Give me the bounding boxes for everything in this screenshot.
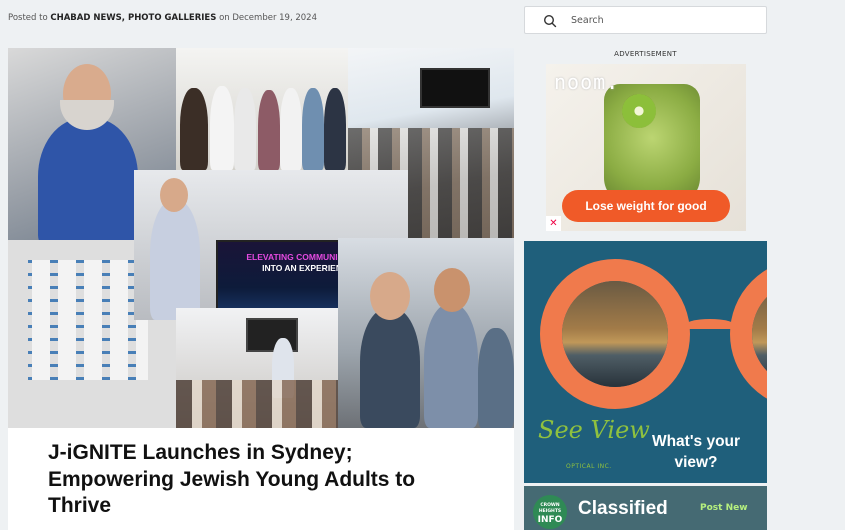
seeview-sub: OPTICAL INC.	[566, 463, 612, 470]
classified-widget: CROWN HEIGHTS INFO Classified Post New	[524, 486, 767, 530]
post-categories-link[interactable]: CHABAD NEWS, PHOTO GALLERIES	[50, 13, 216, 23]
noom-cta-button[interactable]: Lose weight for good	[562, 190, 730, 222]
glasses-right-lens	[730, 259, 767, 409]
search-icon[interactable]	[543, 14, 557, 28]
noom-ad[interactable]: noom. Lose weight for good ✕	[546, 64, 746, 231]
post-meta: Posted to CHABAD NEWS, PHOTO GALLERIES o…	[8, 13, 317, 23]
classified-title: Classified	[578, 498, 668, 519]
glasses-left-lens	[540, 259, 690, 409]
crown-heights-info-logo: CROWN HEIGHTS INFO	[533, 495, 567, 529]
post-hero-collage[interactable]: ELEVATING COMMUNICATION INTO AN EXPERIENC…	[8, 48, 514, 428]
photo-group-standing	[176, 48, 348, 170]
noom-logo: noom.	[554, 70, 620, 94]
post-card[interactable]: ELEVATING COMMUNICATION INTO AN EXPERIENC…	[8, 48, 514, 530]
post-title[interactable]: J-iGNITE Launches in Sydney; Empowering …	[48, 440, 478, 520]
photo-speaker-audience	[176, 308, 356, 428]
post-meta-on: on	[219, 13, 230, 23]
glasses-bridge	[684, 319, 736, 333]
seeview-optical-ad[interactable]: See View OPTICAL INC. What's your view?	[524, 241, 767, 483]
adchoices-close-icon[interactable]: ✕	[546, 216, 561, 231]
room-tv	[420, 68, 490, 108]
post-new-button[interactable]: Post New	[700, 503, 748, 513]
search-box[interactable]	[524, 6, 767, 34]
photo-audience-closeup	[338, 238, 514, 428]
post-date: December 19, 2024	[232, 13, 317, 23]
seeview-tagline: What's your view?	[651, 433, 741, 471]
advertisement-label: ADVERTISEMENT	[614, 50, 677, 58]
kiwi-slice-image	[622, 94, 656, 128]
post-meta-prefix: Posted to	[8, 13, 48, 23]
search-input[interactable]	[571, 11, 751, 29]
